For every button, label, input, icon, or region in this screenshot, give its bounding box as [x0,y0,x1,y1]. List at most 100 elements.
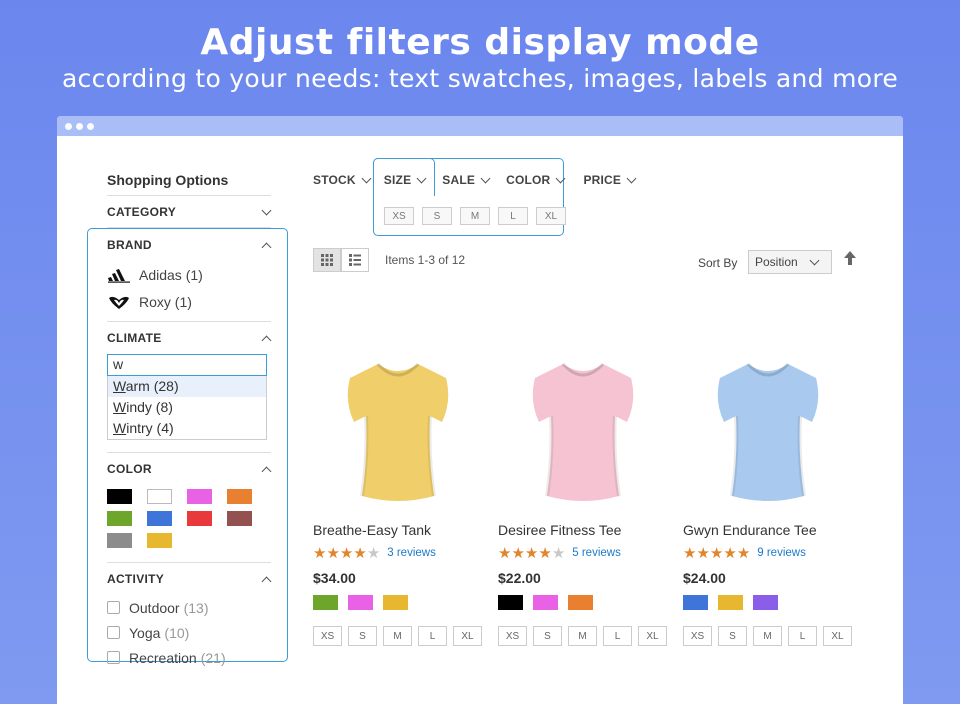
window-dot [87,122,94,130]
star-icon: ★ [511,545,525,562]
reviews-link[interactable]: 5 reviews [572,547,621,559]
brand-filter-header[interactable]: BRAND [107,229,271,261]
tshirt-image [347,362,449,501]
climate-option-warm[interactable]: Warm (28) [108,376,266,397]
activity-option-recreation[interactable]: Recreation (21) [107,645,271,670]
product-toolbar: Items 1-3 of 12 Sort By Position [313,248,859,274]
activity-option-yoga[interactable]: Yoga (10) [107,620,271,645]
product-size-chip[interactable]: L [603,626,632,646]
filter-color[interactable]: COLOR [506,170,565,190]
star-icon: ★ [538,545,552,562]
product-name[interactable]: Gwyn Endurance Tee [683,522,853,542]
adidas-logo-icon [107,267,131,283]
reviews-link[interactable]: 3 reviews [387,547,436,559]
color-swatch[interactable] [187,511,212,526]
product-size-chip[interactable]: S [533,626,562,646]
product-size-chip[interactable]: XS [683,626,712,646]
color-swatch[interactable] [227,489,252,504]
product-size-chip[interactable]: XL [453,626,482,646]
activity-filter-header[interactable]: ACTIVITY [107,563,271,595]
product-color-swatch[interactable] [718,595,743,610]
color-swatch[interactable] [147,533,172,548]
filter-sale[interactable]: SALE [442,170,490,190]
list-icon [349,254,361,266]
product-color-swatch[interactable] [348,595,373,610]
brand-option-adidas[interactable]: Adidas (1) [107,261,271,288]
product-color-swatch[interactable] [753,595,778,610]
climate-option-windy[interactable]: Windy (8) [108,397,266,418]
product-color-swatch[interactable] [568,595,593,610]
climate-label: CLIMATE [107,331,162,345]
size-chip[interactable]: S [422,207,452,225]
sort-select[interactable]: Position [748,250,832,274]
brand-filter: BRAND Adidas (1) Roxy (1) [107,229,271,322]
product-color-swatch[interactable] [533,595,558,610]
product-size-chip[interactable]: L [788,626,817,646]
filter-stock[interactable]: STOCK [313,170,371,190]
product-color-swatch[interactable] [683,595,708,610]
product-color-swatches [313,595,483,610]
size-chip[interactable]: M [460,207,490,225]
product-size-chip[interactable]: XS [498,626,527,646]
list-view-button[interactable] [341,248,369,272]
checkbox[interactable] [107,626,120,639]
hero-subtitle: according to your needs: text swatches, … [61,64,899,93]
category-filter-header[interactable]: CATEGORY [107,196,271,228]
brand-option-roxy[interactable]: Roxy (1) [107,288,271,315]
size-chip[interactable]: L [498,207,528,225]
sort-direction-icon[interactable] [843,250,859,270]
activity-count: (13) [183,599,209,616]
product-price: $34.00 [313,570,356,586]
climate-option-wintry[interactable]: Wintry (4) [108,418,266,439]
checkbox[interactable] [107,651,120,664]
brand-label: BRAND [107,238,152,252]
color-swatch[interactable] [187,489,212,504]
color-swatch[interactable] [147,489,172,504]
brand-count: (1) [185,266,203,283]
color-swatch[interactable] [107,511,132,526]
color-swatch[interactable] [107,489,132,504]
color-swatch[interactable] [227,511,252,526]
checkbox[interactable] [107,601,120,614]
product-image[interactable] [683,346,853,516]
star-icon: ★ [736,545,751,562]
product-color-swatch[interactable] [498,595,523,610]
star-icon: ★ [366,545,381,562]
product-card[interactable]: Gwyn Endurance Tee ★★★★★ 9 reviews $24.00 XS… [683,346,853,646]
product-size-options: XS S M L XL [683,626,853,646]
reviews-link[interactable]: 9 reviews [757,547,806,559]
color-swatch[interactable] [147,511,172,526]
product-size-chip[interactable]: XS [313,626,342,646]
product-size-chip[interactable]: M [568,626,597,646]
product-size-chip[interactable]: M [383,626,412,646]
climate-filter-header[interactable]: CLIMATE [107,322,271,354]
color-swatch[interactable] [107,533,132,548]
product-size-chip[interactable]: S [718,626,747,646]
product-size-chip[interactable]: XL [823,626,852,646]
product-color-swatch[interactable] [313,595,338,610]
product-name[interactable]: Desiree Fitness Tee [498,522,668,542]
product-image[interactable] [498,346,668,516]
climate-search-input[interactable]: w [107,354,267,376]
size-chip[interactable]: XS [384,207,414,225]
product-color-swatches [498,595,668,610]
product-size-chip[interactable]: L [418,626,447,646]
product-color-swatch[interactable] [383,595,408,610]
size-chip[interactable]: XL [536,207,566,225]
filter-price[interactable]: PRICE [583,170,636,190]
brand-name: Roxy [139,293,171,310]
activity-option-outdoor[interactable]: Outdoor (13) [107,595,271,620]
product-size-chip[interactable]: XL [638,626,667,646]
product-image[interactable] [313,346,483,516]
product-card[interactable]: Breathe-Easy Tank ★★★★★ 3 reviews $34.00 XS S… [313,346,483,646]
filter-size[interactable]: SIZE [384,170,426,190]
product-size-chip[interactable]: S [348,626,377,646]
product-card[interactable]: Desiree Fitness Tee ★★★★★ 5 reviews $22.00 X… [498,346,668,646]
product-size-chip[interactable]: M [753,626,782,646]
tshirt-image [717,362,819,501]
product-name[interactable]: Breathe-Easy Tank [313,522,483,542]
chevron-down-icon [626,175,636,185]
color-filter-header[interactable]: COLOR [107,453,271,485]
grid-view-button[interactable] [313,248,341,272]
chevron-up-icon [261,464,271,474]
